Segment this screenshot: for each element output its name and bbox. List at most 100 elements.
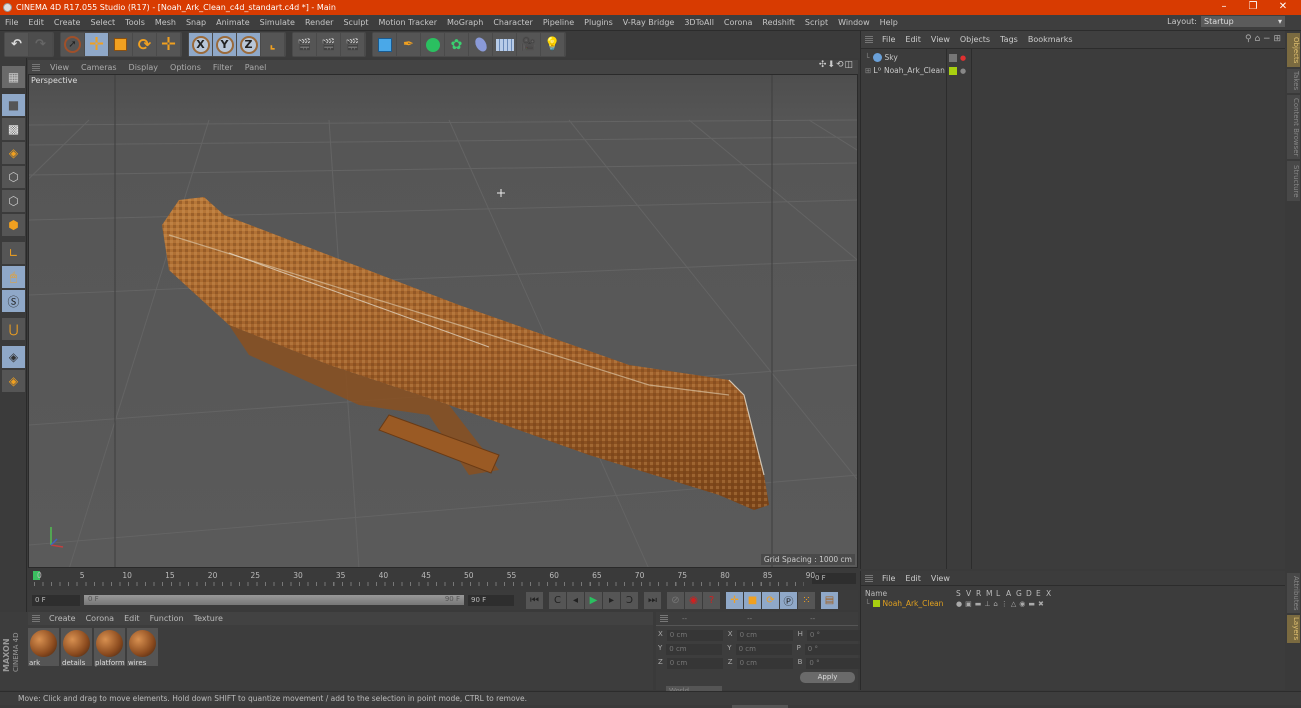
menu-character[interactable]: Character (488, 18, 538, 27)
column-solo[interactable]: S (956, 589, 966, 598)
go-to-end-icon[interactable]: ⏭ (644, 591, 661, 609)
next-frame-icon[interactable]: ▸ (603, 591, 620, 609)
tab-objects[interactable]: Objects (1287, 33, 1300, 67)
menu-3dtoall[interactable]: 3DToAll (679, 18, 719, 27)
cloner-icon[interactable]: ✿ (445, 33, 468, 56)
menu-plugins[interactable]: Plugins (579, 18, 618, 27)
position-z-field[interactable]: 0 cm (666, 658, 723, 669)
go-to-start-icon[interactable]: ⏮ (526, 591, 543, 609)
column-render[interactable]: R (976, 589, 986, 598)
key-pla-icon[interactable]: ⁙ (798, 591, 815, 609)
key-scale-icon[interactable]: ■ (744, 591, 761, 609)
column-animation[interactable]: A (1006, 589, 1016, 598)
redo-icon[interactable]: ↷ (29, 33, 52, 56)
layer-menu-file[interactable]: File (877, 574, 900, 583)
expand-icon[interactable]: ⊞ (865, 66, 871, 75)
menu-animate[interactable]: Animate (211, 18, 255, 27)
current-frame-field[interactable]: 0 F (812, 573, 856, 584)
panel-handle-icon[interactable] (865, 36, 873, 43)
menu-mograph[interactable]: MoGraph (442, 18, 488, 27)
timeline-ruler[interactable]: 0 F 0 5 10 15 20 25 30 35 40 45 50 55 60 65 70 75 80 85 90 (28, 568, 858, 590)
subdivision-icon[interactable] (421, 33, 444, 56)
undo-icon[interactable]: ↶ (5, 33, 28, 56)
key-parameter-icon[interactable]: Ⓟ (780, 591, 797, 609)
menu-create[interactable]: Create (49, 18, 86, 27)
object-row-sky[interactable]: └ Sky ● (865, 53, 966, 62)
viewport-menu-cameras[interactable]: Cameras (75, 63, 123, 72)
size-z-field[interactable]: 0 cm (736, 658, 793, 669)
position-x-field[interactable]: 0 cm (666, 630, 723, 641)
menu-pipeline[interactable]: Pipeline (538, 18, 579, 27)
3d-viewport[interactable]: Perspective Grid Spacing : 1000 cm (28, 74, 858, 568)
column-view[interactable]: V (966, 589, 976, 598)
camera-icon[interactable]: 🎥 (517, 33, 540, 56)
maximize-panel-icon[interactable]: ⊞ (1273, 34, 1281, 44)
material-menu-function[interactable]: Function (145, 614, 189, 623)
panel-handle-icon[interactable] (32, 615, 40, 622)
size-y-field[interactable]: 0 cm (735, 644, 792, 655)
dolly-icon[interactable]: ⬇ (827, 60, 836, 70)
object-row-noah-ark-clean[interactable]: ⊞ L⁰ Noah_Ark_Clean ● (865, 66, 966, 75)
render-view-icon[interactable]: 🎬 (293, 33, 316, 56)
tab-structure[interactable]: Structure (1287, 161, 1300, 201)
tab-attributes[interactable]: Attributes (1287, 573, 1300, 613)
object-menu-tags[interactable]: Tags (995, 35, 1023, 44)
floor-icon[interactable] (493, 33, 516, 56)
render-dot-icon[interactable]: ● (960, 54, 966, 62)
material-menu-create[interactable]: Create (44, 614, 81, 623)
viewport-menu-options[interactable]: Options (164, 63, 207, 72)
menu-snap[interactable]: Snap (181, 18, 211, 27)
panel-handle-icon[interactable] (660, 615, 668, 622)
menu-script[interactable]: Script (800, 18, 833, 27)
previous-key-icon[interactable]: C (549, 591, 566, 609)
visibility-dot-icon[interactable]: ● (960, 67, 966, 75)
tweak-mode-icon[interactable]: 🖱 (2, 266, 25, 288)
menu-render[interactable]: Render (300, 18, 338, 27)
layer-color-icon[interactable] (872, 600, 880, 607)
texture-mode-icon[interactable]: ▩ (2, 118, 25, 140)
home-icon[interactable]: ⌂ (1254, 34, 1260, 44)
workplane-mode-icon[interactable]: ◈ (2, 142, 25, 164)
menu-select[interactable]: Select (85, 18, 120, 27)
light-icon[interactable]: 💡 (541, 33, 564, 56)
material-details[interactable]: details (61, 628, 92, 667)
start-frame-field[interactable]: 0 F (32, 594, 80, 606)
end-frame-field[interactable]: 90 F (468, 594, 514, 606)
model-mode-icon[interactable]: ■ (2, 94, 25, 116)
magnet-icon[interactable]: ⋃ (2, 318, 25, 340)
visibility-tag-icon[interactable] (949, 53, 957, 62)
snap-icon[interactable]: Ⓢ (2, 290, 25, 312)
frame-range-slider[interactable]: 0 F 90 F (84, 595, 464, 605)
previous-frame-icon[interactable]: ◂ (567, 591, 584, 609)
material-menu-edit[interactable]: Edit (119, 614, 145, 623)
rotation-p-field[interactable]: 0 ° (804, 644, 861, 655)
autokey-icon[interactable]: ◉ (685, 591, 702, 609)
key-rotation-icon[interactable]: ⟳ (762, 591, 779, 609)
menu-edit[interactable]: Edit (23, 18, 49, 27)
material-platform[interactable]: platform (94, 628, 125, 667)
lock-workplane-icon[interactable]: ◈ (2, 346, 25, 368)
close-button[interactable]: ✕ (1268, 0, 1298, 15)
column-expressions[interactable]: E (1036, 589, 1046, 598)
y-axis-lock-button[interactable]: Y (213, 33, 236, 56)
edges-mode-icon[interactable]: ⬡ (2, 190, 25, 212)
timeline-window-icon[interactable]: ▤ (821, 591, 838, 609)
layout-dropdown[interactable]: Startup (1201, 16, 1285, 27)
tab-layers[interactable]: Layers (1287, 615, 1300, 643)
menu-redshift[interactable]: Redshift (757, 18, 799, 27)
panel-handle-icon[interactable] (865, 574, 873, 582)
tab-content-browser[interactable]: Content Browser (1287, 95, 1300, 159)
tab-takes[interactable]: Takes (1287, 69, 1300, 93)
material-wires[interactable]: wires (127, 628, 158, 667)
column-locked[interactable]: L (996, 589, 1006, 598)
menu-mesh[interactable]: Mesh (150, 18, 181, 27)
rotation-b-field[interactable]: 0 ° (806, 658, 863, 669)
material-ark[interactable]: ark (28, 628, 59, 667)
live-selection-icon[interactable]: ➚ (61, 33, 84, 56)
maximize-view-icon[interactable]: ◫ (844, 60, 854, 70)
object-menu-objects[interactable]: Objects (955, 35, 995, 44)
cube-icon[interactable] (373, 33, 396, 56)
pen-spline-icon[interactable]: ✒ (397, 33, 420, 56)
minimize-panel-icon[interactable]: − (1263, 34, 1271, 44)
menu-tools[interactable]: Tools (120, 18, 150, 27)
